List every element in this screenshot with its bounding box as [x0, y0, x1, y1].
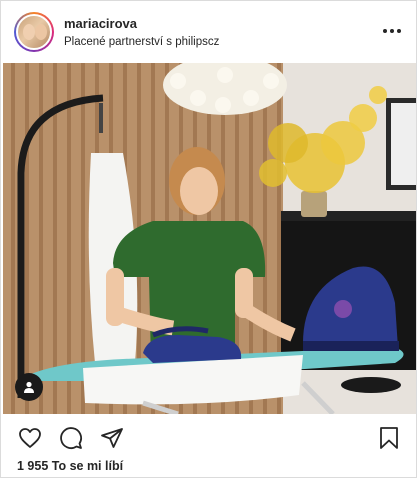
post-actions — [1, 421, 416, 455]
picture — [391, 103, 416, 185]
steam-iron — [143, 335, 242, 363]
user-tag-button[interactable] — [15, 373, 43, 401]
paid-partnership-label: Placené partnerství s philipscz — [64, 36, 219, 48]
stool — [341, 377, 401, 393]
share-button[interactable] — [99, 425, 125, 451]
avatar-face — [35, 24, 47, 40]
instagram-post: mariacirova Placené partnerství s philip… — [0, 0, 417, 478]
like-button[interactable] — [17, 425, 43, 451]
more-horizontal-icon — [383, 29, 387, 33]
avatar-face — [23, 24, 35, 40]
comment-button[interactable] — [58, 425, 84, 451]
user-tag-icon — [24, 381, 34, 393]
comment-bubble-icon — [60, 427, 82, 449]
likes-count[interactable]: 1 955 To se mi líbí — [17, 459, 123, 473]
post-username[interactable]: mariacirova — [64, 16, 137, 31]
bookmark-icon — [380, 427, 398, 449]
photo-illustration — [3, 63, 416, 414]
post-header: mariacirova Placené partnerství s philip… — [1, 1, 416, 63]
avatar-image — [16, 14, 52, 50]
more-horizontal-icon — [397, 29, 401, 33]
heart-icon — [19, 428, 41, 448]
profile-avatar[interactable] — [14, 12, 54, 52]
more-horizontal-icon — [390, 29, 394, 33]
sponsor-brand-link[interactable]: philipscz — [175, 36, 219, 48]
more-options-button[interactable] — [382, 21, 402, 41]
paper-plane-icon — [101, 428, 123, 448]
paid-partnership-prefix[interactable]: Placené partnerství s — [64, 36, 172, 48]
post-photo[interactable] — [3, 63, 416, 414]
save-button[interactable] — [376, 425, 402, 451]
